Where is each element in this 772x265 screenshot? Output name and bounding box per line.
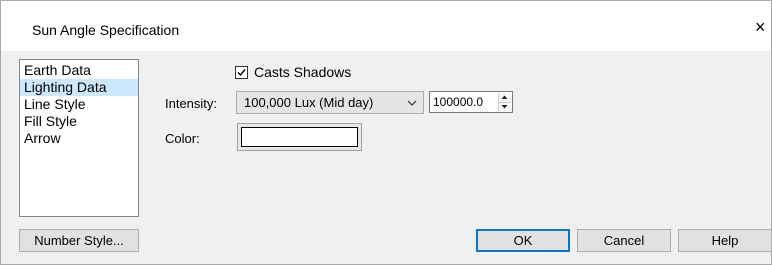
panel-list-item-earth-data[interactable]: Earth Data [20, 62, 138, 79]
casts-shadows-row[interactable]: Casts Shadows [235, 64, 351, 80]
color-swatch-fill [241, 127, 358, 147]
panel-list-item-line-style[interactable]: Line Style [20, 96, 138, 113]
casts-shadows-checkbox[interactable] [235, 65, 248, 79]
title-bar: Sun Angle Specification × [1, 1, 771, 51]
spin-up-icon[interactable] [499, 93, 511, 102]
checkmark-icon [237, 68, 246, 76]
dialog-title: Sun Angle Specification [32, 22, 180, 38]
panel-list: Earth Data Lighting Data Line Style Fill… [19, 59, 139, 217]
intensity-dropdown-value: 100,000 Lux (Mid day) [244, 95, 374, 110]
intensity-value-field[interactable]: 100000.0 [433, 95, 483, 109]
close-icon[interactable]: × [755, 17, 771, 37]
sun-angle-dialog: Sun Angle Specification × Earth Data Lig… [0, 0, 772, 265]
spinner-buttons[interactable] [498, 93, 511, 111]
intensity-label: Intensity: [165, 96, 218, 111]
casts-shadows-label: Casts Shadows [254, 64, 352, 80]
chevron-down-icon [407, 100, 417, 106]
help-button[interactable]: Help [678, 229, 772, 252]
panel-list-item-arrow[interactable]: Arrow [20, 130, 138, 147]
intensity-dropdown[interactable]: 100,000 Lux (Mid day) [236, 91, 424, 114]
ok-button[interactable]: OK [476, 229, 570, 252]
intensity-value-spinner[interactable]: 100000.0 [429, 91, 513, 113]
color-label: Color: [165, 131, 200, 146]
panel-list-item-lighting-data[interactable]: Lighting Data [20, 79, 138, 96]
panel-list-item-fill-style[interactable]: Fill Style [20, 113, 138, 130]
spin-down-icon[interactable] [499, 102, 511, 112]
number-style-button[interactable]: Number Style... [19, 229, 139, 252]
color-swatch-button[interactable] [237, 123, 362, 151]
cancel-button[interactable]: Cancel [577, 229, 671, 252]
